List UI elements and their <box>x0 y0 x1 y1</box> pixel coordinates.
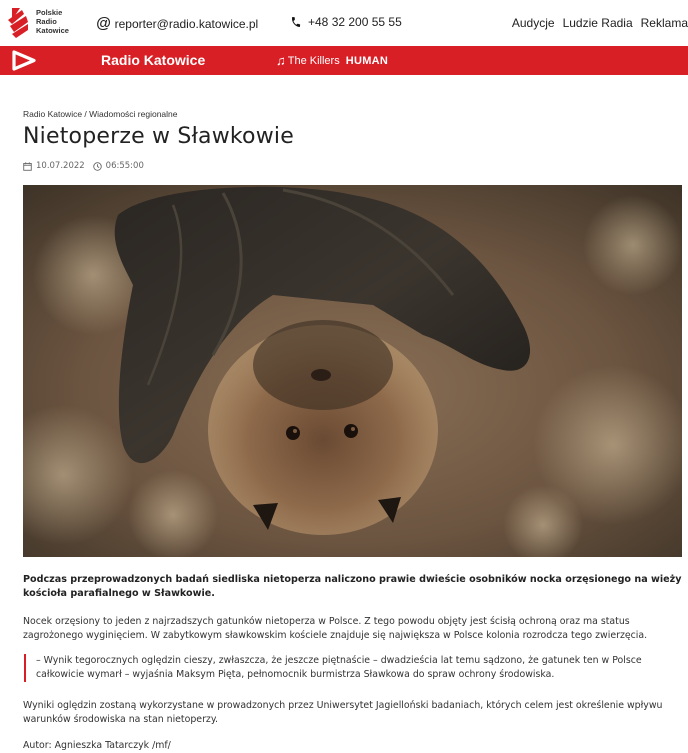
article-paragraph: Nocek orzęsiony to jeden z najrzadszych … <box>23 616 648 641</box>
article-meta: 10.07.2022 06:55:00 <box>23 161 144 171</box>
article-paragraph-2: Wyniki oględzin zostaną wykorzystane w p… <box>23 700 663 725</box>
music-note-icon: ♫ <box>276 53 286 68</box>
nav-ludzie-radia[interactable]: Ludzie Radia <box>563 16 633 30</box>
phone-icon <box>292 16 301 28</box>
calendar-icon <box>23 161 32 171</box>
station-name: Radio Katowice <box>101 52 206 68</box>
player-bar: Radio Katowice ♫ The Killers HUMAN <box>0 46 688 75</box>
now-playing-artist: The Killers <box>287 54 340 67</box>
play-icon[interactable] <box>10 50 38 71</box>
contact-phone[interactable]: +48 32 200 55 55 <box>290 15 402 29</box>
top-nav: Audycje Ludzie Radia Reklama <box>512 16 688 30</box>
now-playing: ♫ The Killers HUMAN <box>276 53 388 68</box>
top-bar: Polskie Radio Katowice @ reporter@radio.… <box>0 0 688 46</box>
page-title: Nietoperze w Sławkowie <box>23 124 294 149</box>
article-date: 10.07.2022 <box>36 161 85 171</box>
logo-text: Polskie Radio Katowice <box>36 8 69 35</box>
bat-photo <box>23 185 682 557</box>
article-time: 06:55:00 <box>105 161 144 171</box>
at-icon: @ <box>96 15 111 32</box>
logo-line: Katowice <box>36 26 69 35</box>
article-quote: – Wynik tegorocznych oględzin cieszy, zw… <box>24 654 684 682</box>
logo-icon <box>8 8 28 38</box>
article-time-wrap: 06:55:00 <box>92 161 144 171</box>
breadcrumb[interactable]: Radio Katowice / Wiadomości regionalne <box>23 109 178 119</box>
email-text: reporter@radio.katowice.pl <box>114 16 259 31</box>
article-author: Autor: Agnieszka Tatarczyk /mf/ <box>23 740 171 751</box>
logo-line: Radio <box>36 17 57 26</box>
now-playing-song: HUMAN <box>345 54 389 67</box>
article-photo <box>23 185 682 557</box>
site-logo[interactable]: Polskie Radio Katowice <box>6 6 76 42</box>
phone-text: +48 32 200 55 55 <box>308 15 402 29</box>
contact-email[interactable]: @ reporter@radio.katowice.pl <box>96 15 258 32</box>
article-lead: Podczas przeprowadzonych badań siedliska… <box>23 574 682 599</box>
nav-reklama[interactable]: Reklama <box>641 16 688 30</box>
clock-icon <box>92 161 102 171</box>
logo-line: Polskie <box>36 8 63 17</box>
nav-audycje[interactable]: Audycje <box>512 16 555 30</box>
